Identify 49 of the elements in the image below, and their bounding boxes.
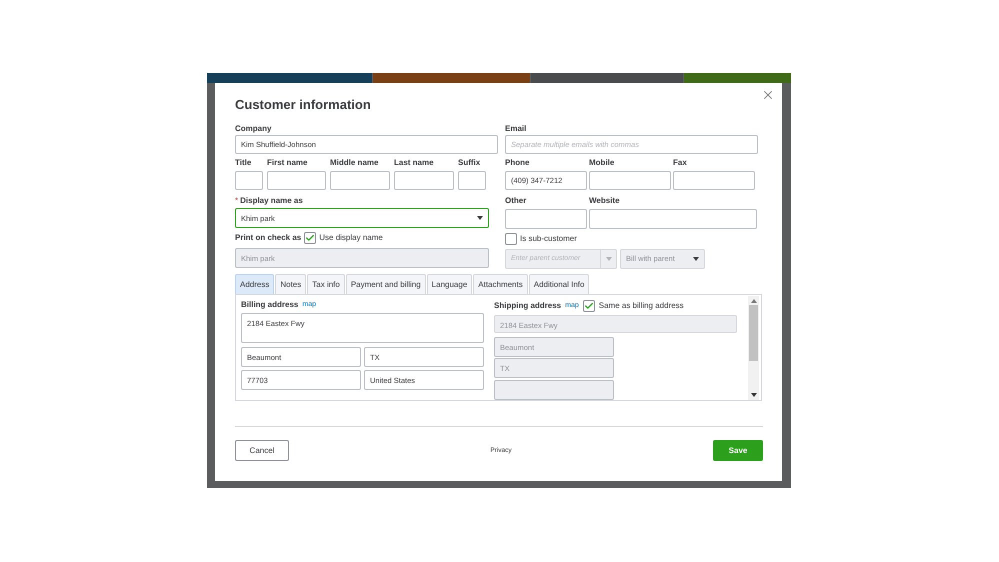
field-label: Fax — [673, 158, 688, 168]
field-label: Email — [505, 124, 528, 134]
input-field[interactable] — [330, 171, 390, 190]
tab[interactable]: Tax info — [307, 274, 345, 294]
tab[interactable]: Additional Info — [528, 274, 590, 294]
checkbox[interactable] — [582, 300, 595, 312]
checkbox-label: Use display name — [319, 233, 383, 243]
input-field[interactable] — [505, 209, 587, 229]
section-title: Shipping address — [494, 301, 562, 311]
checkbox[interactable] — [505, 233, 517, 245]
field-label: Last name — [394, 158, 435, 168]
input-field[interactable] — [267, 171, 326, 190]
field-label: Phone — [505, 158, 530, 168]
caret-icon — [606, 257, 612, 261]
field-label: Title — [235, 158, 252, 168]
input-field[interactable] — [673, 171, 755, 190]
checkbox-label: Same as billing address — [598, 301, 684, 311]
section-title: Billing address — [241, 300, 298, 310]
field-label: Print on check as — [235, 233, 302, 243]
field-label: Suffix — [458, 158, 482, 168]
cancel-button[interactable]: Cancel — [235, 440, 289, 461]
field-label: Middle name — [330, 158, 380, 168]
input-field[interactable] — [394, 171, 454, 190]
field-label: Website — [589, 196, 621, 206]
check-icon — [584, 301, 594, 311]
tab[interactable]: Payment and billing — [346, 274, 426, 294]
tab[interactable]: Address — [235, 274, 274, 294]
close-icon[interactable] — [761, 88, 775, 102]
tab[interactable]: Language — [426, 274, 472, 294]
input-field[interactable] — [235, 171, 263, 190]
checkbox-label: Is sub-customer — [520, 234, 577, 244]
check-icon — [305, 233, 316, 243]
field-label: Other — [505, 196, 528, 206]
input-field[interactable] — [458, 171, 486, 190]
tab[interactable]: Attachments — [473, 274, 528, 294]
caret-icon — [693, 257, 699, 261]
tab[interactable]: Notes — [275, 274, 306, 294]
checkbox[interactable] — [304, 232, 316, 244]
input-field[interactable] — [589, 209, 757, 229]
input-field[interactable] — [494, 380, 614, 400]
field-label: Company — [235, 124, 272, 134]
field-label: Mobile — [589, 158, 616, 168]
caret-icon — [477, 216, 483, 220]
field-label: First name — [267, 158, 308, 168]
input-field[interactable] — [589, 171, 671, 190]
dialog-title: Customer information — [235, 97, 372, 113]
scrollbar[interactable] — [748, 296, 759, 400]
field-label: Display name as — [240, 196, 303, 206]
required-mark: * — [235, 196, 238, 206]
